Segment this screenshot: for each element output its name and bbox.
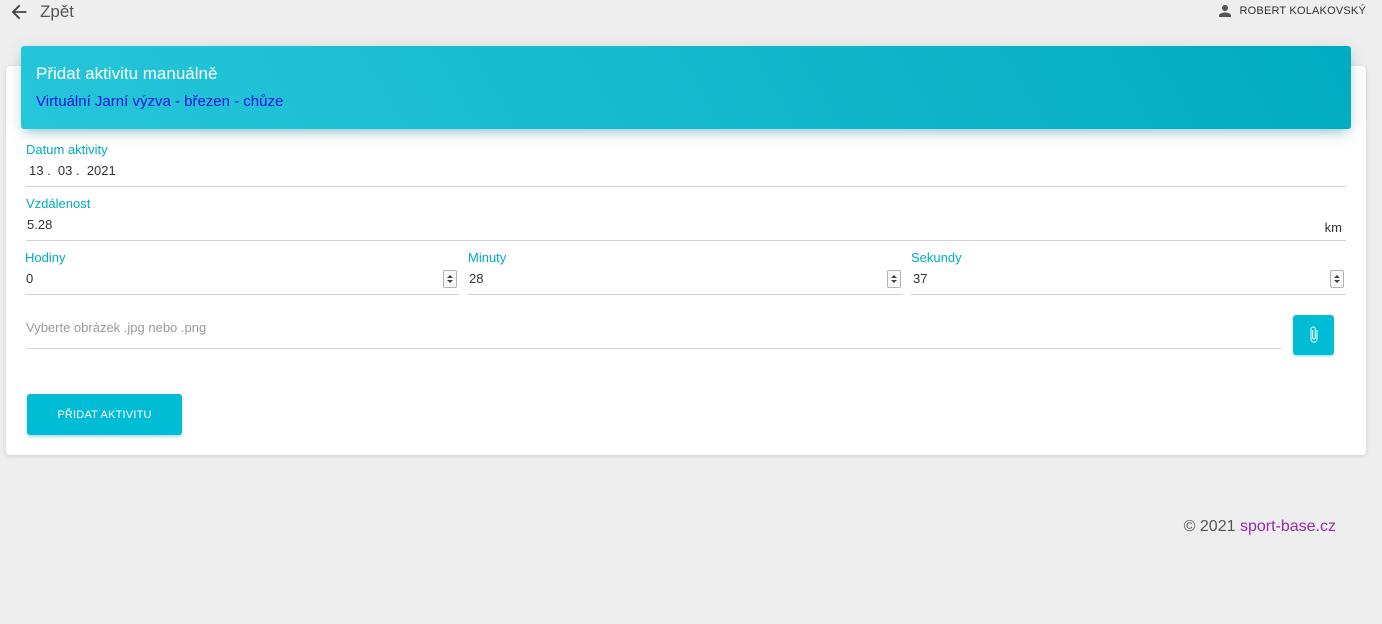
date-value[interactable]: 13 . 03 . 2021 [29, 163, 116, 178]
hours-input[interactable]: 0 [26, 271, 33, 286]
distance-label: Vzdálenost [26, 196, 91, 211]
minutes-field[interactable]: Minuty 28 [468, 250, 903, 295]
card-header: Přidat aktivitu manuálně Virtuální Jarní… [21, 46, 1351, 129]
user-name: ROBERT KOLAKOVSKÝ [1239, 5, 1366, 17]
person-icon [1218, 5, 1231, 17]
paperclip-icon [1310, 326, 1317, 343]
distance-field[interactable]: Vzdálenost 5.28 km [26, 196, 1346, 241]
minutes-label: Minuty [468, 250, 507, 265]
minutes-input[interactable]: 28 [469, 271, 483, 286]
seconds-stepper[interactable] [1330, 270, 1344, 288]
hours-stepper[interactable] [443, 270, 457, 288]
distance-input[interactable]: 5.28 [27, 217, 52, 232]
date-label: Datum aktivity [26, 142, 108, 157]
footer-copyright: © 2021 [1183, 518, 1240, 535]
seconds-field[interactable]: Sekundy 37 [911, 250, 1346, 295]
page-title: Přidat aktivitu manuálně [36, 64, 218, 83]
user-menu[interactable]: ROBERT KOLAKOVSKÝ [1216, 2, 1366, 20]
date-field[interactable]: Datum aktivity 13 . 03 . 2021 [26, 142, 1346, 187]
footer-link[interactable]: sport-base.cz [1240, 518, 1336, 535]
minutes-stepper[interactable] [887, 270, 901, 288]
hours-field[interactable]: Hodiny 0 [25, 250, 459, 295]
arrow-left-icon [11, 4, 27, 20]
distance-unit: km [1324, 220, 1342, 235]
add-activity-button[interactable]: PŘIDAT AKTIVITU [27, 394, 182, 435]
challenge-subtitle: Virtuální Jarní výzva - březen - chůze [36, 93, 284, 110]
top-bar: Zpět ROBERT KOLAKOVSKÝ [0, 0, 1382, 26]
back-button[interactable]: Zpět [8, 1, 74, 23]
image-file-input[interactable]: Vyberte obrázek .jpg nebo .png [26, 306, 1281, 349]
seconds-label: Sekundy [911, 250, 962, 265]
hours-label: Hodiny [25, 250, 66, 265]
back-label: Zpět [40, 2, 75, 21]
seconds-input[interactable]: 37 [913, 271, 927, 286]
footer: © 2021 sport-base.cz [1184, 518, 1336, 536]
attach-file-button[interactable] [1293, 315, 1334, 355]
file-placeholder: Vyberte obrázek .jpg nebo .png [26, 320, 207, 335]
